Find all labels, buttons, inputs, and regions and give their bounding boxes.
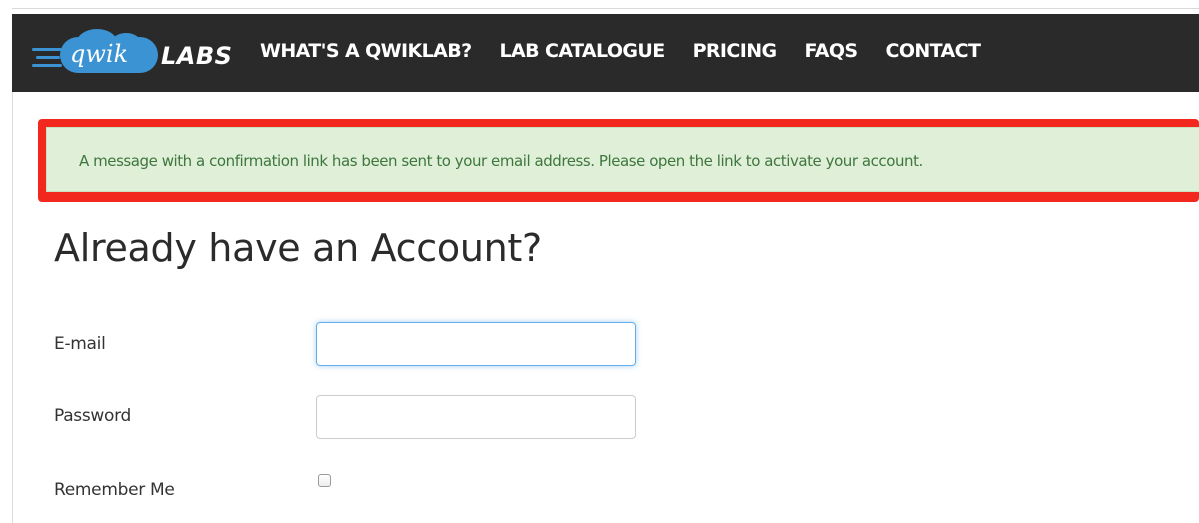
page: qwik LABS WHAT'S A QWIKLAB? LAB CATALOGU…	[0, 0, 1199, 523]
top-divider	[12, 8, 1199, 9]
logo-streak	[32, 48, 62, 51]
nav-lab-catalogue[interactable]: LAB CATALOGUE	[500, 40, 666, 62]
left-divider	[12, 92, 13, 523]
qwiklabs-logo[interactable]: qwik LABS	[32, 29, 232, 74]
logo-word-labs: LABS	[161, 42, 233, 70]
nav-faqs[interactable]: FAQS	[805, 40, 859, 62]
password-label: Password	[54, 406, 132, 426]
confirmation-alert: A message with a confirmation link has b…	[46, 127, 1199, 192]
nav-links: WHAT'S A QWIKLAB? LAB CATALOGUE PRICING …	[260, 40, 981, 62]
logo-word-qwik: qwik	[70, 40, 129, 68]
page-title: Already have an Account?	[54, 226, 542, 270]
email-field[interactable]	[316, 322, 636, 366]
remember-me-checkbox[interactable]	[318, 474, 331, 487]
logo-streak	[32, 64, 62, 67]
email-label: E-mail	[54, 334, 106, 354]
nav-contact[interactable]: CONTACT	[885, 40, 981, 62]
nav-pricing[interactable]: PRICING	[693, 40, 778, 62]
password-field[interactable]	[316, 395, 636, 439]
navbar: qwik LABS WHAT'S A QWIKLAB? LAB CATALOGU…	[12, 14, 1199, 92]
logo-streak	[36, 56, 60, 59]
remember-me-label: Remember Me	[54, 480, 175, 500]
alert-message: A message with a confirmation link has b…	[79, 152, 923, 170]
nav-whats-a-qwiklab[interactable]: WHAT'S A QWIKLAB?	[260, 40, 472, 62]
